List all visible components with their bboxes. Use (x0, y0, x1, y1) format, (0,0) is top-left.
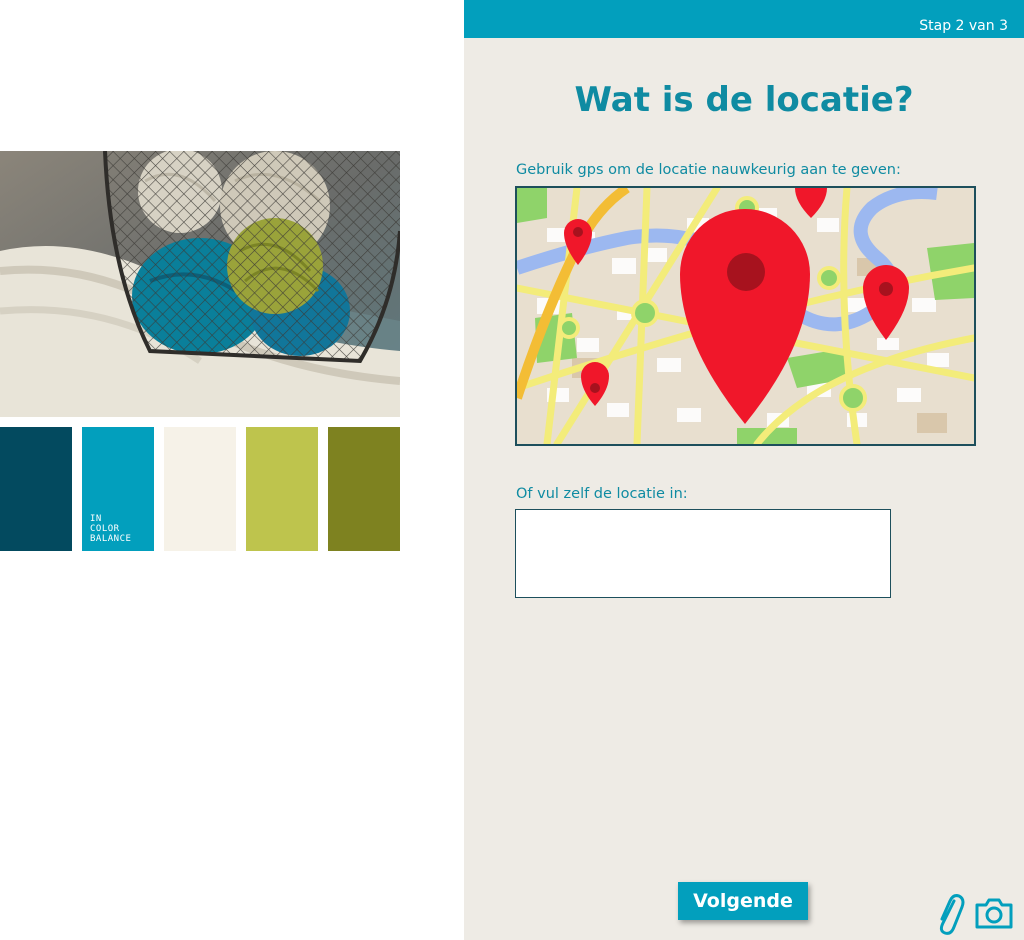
next-button[interactable]: Volgende (678, 882, 808, 920)
gps-label: Gebruik gps om de locatie nauwkeurig aan… (516, 162, 901, 178)
yarn-basket-photo (0, 151, 400, 417)
color-palette-panel: IN COLOR BALANCE (0, 0, 464, 940)
swatch-label: IN COLOR BALANCE (90, 514, 132, 544)
app-screen: Stap 2 van 3 Wat is de locatie? Gebruik … (464, 0, 1024, 940)
location-input[interactable] (515, 509, 891, 598)
palette-swatch (246, 427, 318, 551)
palette-swatch: IN COLOR BALANCE (82, 427, 154, 551)
step-indicator: Stap 2 van 3 (919, 18, 1008, 34)
palette-swatch (0, 427, 72, 551)
gps-map[interactable] (515, 186, 976, 446)
manual-location-label: Of vul zelf de locatie in: (516, 486, 688, 502)
paperclip-icon[interactable] (934, 893, 966, 935)
page: IN COLOR BALANCE Stap 2 van 3 Wat is de … (0, 0, 1024, 940)
top-bar: Stap 2 van 3 (464, 0, 1024, 38)
page-title: Wat is de locatie? (574, 80, 914, 120)
palette-swatch (328, 427, 400, 551)
camera-icon[interactable] (974, 896, 1014, 930)
palette-swatch (164, 427, 236, 551)
